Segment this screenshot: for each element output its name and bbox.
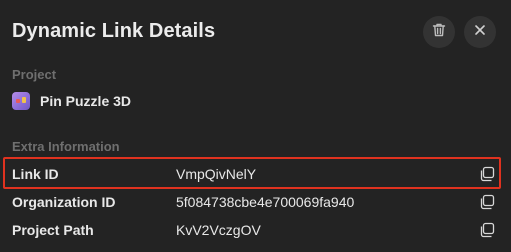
close-icon <box>473 23 487 42</box>
organization-id-label: Organization ID <box>12 194 116 210</box>
project-path-label: Project Path <box>12 222 94 238</box>
close-button[interactable] <box>464 16 496 48</box>
delete-button[interactable] <box>423 16 455 48</box>
extra-information-section-label: Extra Information <box>12 139 120 154</box>
dynamic-link-details-panel: Dynamic Link Details Project Pin Puzzle … <box>0 0 511 252</box>
copy-icon <box>480 194 495 210</box>
project-section-label: Project <box>12 67 57 82</box>
detail-row-organization-id: Organization ID 5f084738cbe4e700069fa940 <box>0 188 511 216</box>
detail-row-project-path: Project Path KvV2VczgOV <box>0 216 511 244</box>
project-row: Pin Puzzle 3D <box>12 92 131 110</box>
link-id-label: Link ID <box>12 166 59 182</box>
copy-organization-id-button[interactable] <box>477 192 497 212</box>
app-icon <box>12 92 30 110</box>
organization-id-value: 5f084738cbe4e700069fa940 <box>176 194 355 210</box>
copy-icon <box>480 166 495 182</box>
copy-icon <box>480 222 495 238</box>
project-path-value: KvV2VczgOV <box>176 222 261 238</box>
detail-row-link-id: Link ID VmpQivNelY <box>0 160 511 188</box>
trash-icon <box>431 22 447 43</box>
link-id-value: VmpQivNelY <box>176 166 257 182</box>
copy-link-id-button[interactable] <box>477 164 497 184</box>
project-name: Pin Puzzle 3D <box>40 93 132 109</box>
copy-project-path-button[interactable] <box>477 220 497 240</box>
panel-title: Dynamic Link Details <box>12 20 216 42</box>
